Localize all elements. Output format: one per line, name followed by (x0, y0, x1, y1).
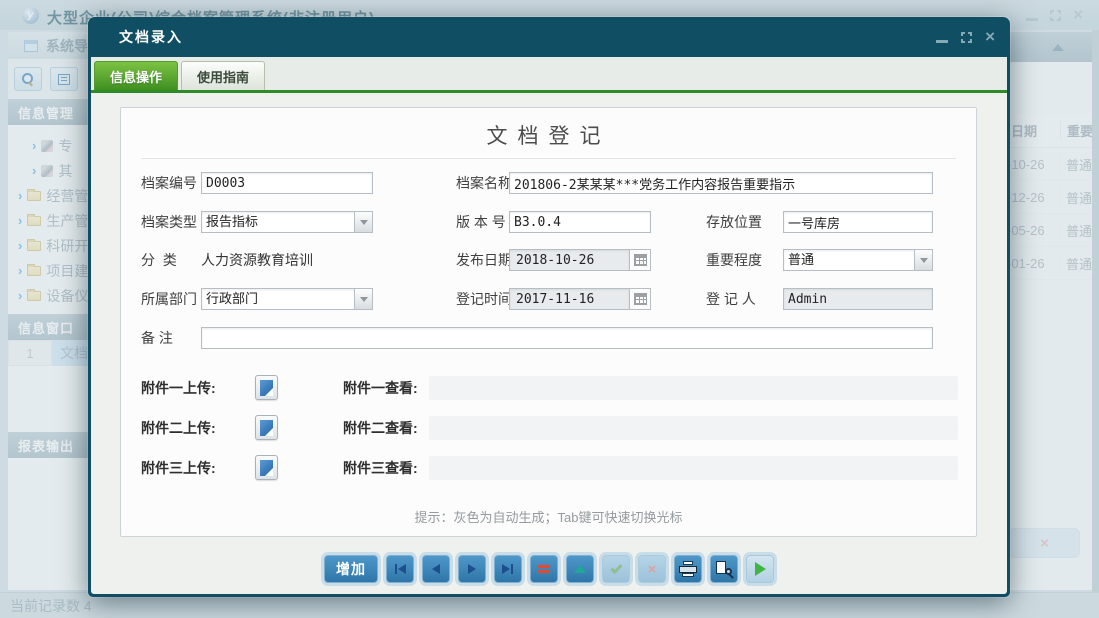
publish-date-field (509, 249, 651, 271)
registrant-input[interactable] (783, 288, 933, 310)
department-value: 行政部门 (206, 291, 259, 306)
dialog-body: 信息操作 使用指南 文档登记 档案编号 档案名称 档案类型 报告指标 版 本 号 (91, 57, 1007, 594)
dialog-controls: × (936, 28, 1007, 45)
remark-input[interactable] (201, 327, 933, 349)
archive-type-label: 档案类型 (141, 214, 197, 230)
attachment1-view-label: 附件一查看: (343, 380, 418, 396)
delete-icon (538, 565, 550, 573)
chevron-down-icon (359, 219, 368, 225)
printer-icon (679, 561, 697, 577)
edit-button[interactable] (566, 555, 594, 583)
dropdown-button[interactable] (914, 250, 932, 270)
prev-record-icon (432, 564, 440, 574)
attachment2-view-area[interactable] (429, 416, 958, 440)
nav-prev-button[interactable] (422, 555, 450, 583)
divider (141, 158, 956, 159)
attachment2-view-label: 附件二查看: (343, 420, 418, 436)
attachment1-upload-label: 附件一上传: (141, 380, 216, 396)
version-input[interactable] (509, 211, 651, 233)
edit-icon (574, 565, 586, 573)
category-value: 人力资源教育培训 (201, 252, 313, 268)
next-record-icon (468, 564, 476, 574)
attachment1-upload-button[interactable] (255, 375, 278, 400)
attachment3-upload-label: 附件三上传: (141, 460, 216, 476)
calendar-button[interactable] (629, 288, 651, 310)
first-record-icon (395, 564, 397, 574)
importance-select[interactable]: 普通 (783, 249, 933, 271)
category-label: 分 类 (141, 252, 177, 268)
file-icon (260, 459, 273, 476)
archive-no-label: 档案编号 (141, 175, 197, 191)
importance-value: 普通 (788, 252, 815, 267)
attachment2-upload-button[interactable] (255, 415, 278, 440)
register-time-label: 登记时间 (456, 291, 512, 307)
tab-info-operation[interactable]: 信息操作 (94, 61, 179, 90)
dialog-titlebar[interactable]: 文档录入 × (91, 17, 1007, 57)
attachment3-view-label: 附件三查看: (343, 460, 418, 476)
document-form: 文档登记 档案编号 档案名称 档案类型 报告指标 版 本 号 存放位置 分 (120, 107, 977, 537)
archive-type-select[interactable]: 报告指标 (201, 211, 373, 233)
remark-label: 备 注 (141, 330, 173, 346)
archive-name-input[interactable] (509, 172, 933, 194)
run-button[interactable] (746, 555, 774, 583)
form-title: 文档登记 (486, 125, 611, 148)
file-icon (260, 419, 273, 436)
dialog-minimize-icon[interactable] (936, 39, 949, 43)
form-hint: 提示：灰色为自动生成；Tab键可快速切换光标 (414, 510, 683, 525)
dialog-title: 文档录入 (119, 29, 183, 45)
register-time-field (509, 288, 651, 310)
importance-label: 重要程度 (706, 252, 762, 268)
first-record-icon (398, 564, 406, 574)
nav-first-button[interactable] (386, 555, 414, 583)
location-input[interactable] (783, 211, 933, 233)
calendar-icon (633, 254, 647, 266)
confirm-button[interactable] (602, 555, 630, 583)
record-toolbar: 增加 × (91, 555, 1007, 583)
delete-button[interactable] (530, 555, 558, 583)
dialog-maximize-icon[interactable] (961, 31, 973, 43)
tab-user-guide[interactable]: 使用指南 (181, 61, 266, 90)
register-time-input[interactable] (509, 288, 629, 310)
x-icon: × (647, 560, 657, 578)
archive-type-value: 报告指标 (206, 214, 259, 229)
archive-no-input[interactable] (201, 172, 373, 194)
chevron-down-icon (359, 296, 368, 302)
file-icon (260, 379, 273, 396)
print-button[interactable] (674, 555, 702, 583)
dropdown-button[interactable] (354, 212, 372, 232)
nav-next-button[interactable] (458, 555, 486, 583)
cancel-button[interactable]: × (638, 555, 666, 583)
attachment1-view-area[interactable] (429, 376, 958, 400)
publish-date-label: 发布日期 (456, 252, 512, 268)
dialog-close-icon[interactable]: × (985, 28, 995, 45)
last-record-icon (502, 564, 510, 574)
preview-button[interactable] (710, 555, 738, 583)
dialog-content: 文档登记 档案编号 档案名称 档案类型 报告指标 版 本 号 存放位置 分 (91, 96, 1007, 594)
attachment2-upload-label: 附件二上传: (141, 420, 216, 436)
check-icon (609, 561, 623, 574)
print-preview-icon (715, 561, 734, 579)
attachment3-upload-button[interactable] (255, 455, 278, 480)
department-select[interactable]: 行政部门 (201, 288, 373, 310)
last-record-icon (511, 564, 513, 574)
calendar-button[interactable] (629, 249, 651, 271)
version-label: 版 本 号 (456, 214, 506, 230)
dialog-tabstrip: 信息操作 使用指南 (91, 57, 1007, 93)
publish-date-input[interactable] (509, 249, 629, 271)
play-icon (754, 562, 766, 576)
registrant-label: 登 记 人 (706, 291, 756, 307)
nav-last-button[interactable] (494, 555, 522, 583)
calendar-icon (633, 293, 647, 305)
dropdown-button[interactable] (354, 289, 372, 309)
add-button[interactable]: 增加 (324, 555, 378, 583)
attachment3-view-area[interactable] (429, 456, 958, 480)
chevron-down-icon (919, 257, 928, 263)
document-entry-dialog: 文档录入 × 信息操作 使用指南 文档登记 档案编号 档案名称 档案类型 (88, 17, 1010, 597)
archive-name-label: 档案名称 (456, 175, 512, 191)
location-label: 存放位置 (706, 214, 762, 230)
department-label: 所属部门 (141, 291, 197, 307)
